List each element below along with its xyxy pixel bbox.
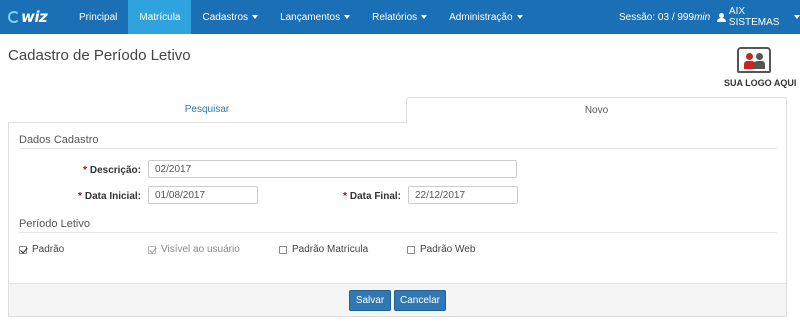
- brand-logo[interactable]: wiz: [8, 7, 48, 27]
- caret-down-icon: [421, 15, 428, 19]
- user-icon: [717, 12, 726, 22]
- checkbox-checked-icon: [148, 245, 156, 254]
- nav-item-principal[interactable]: Principal: [68, 0, 128, 34]
- required-asterisk: *: [77, 191, 82, 202]
- checkbox-checked-icon: [19, 245, 27, 254]
- data-inicial-label-text: Data Inicial:: [84, 191, 141, 202]
- descricao-input[interactable]: [148, 160, 517, 178]
- people-board-icon: [737, 47, 771, 73]
- nav-item-label: Lançamentos: [280, 11, 341, 23]
- checkbox-padrao-matricula[interactable]: Padrão Matrícula: [279, 244, 368, 255]
- nav-item-cadastros[interactable]: Cadastros: [191, 0, 269, 34]
- section-divider: [19, 232, 777, 233]
- checkbox-label: Padrão: [32, 244, 65, 255]
- section-title-periodo: Período Letivo: [19, 218, 90, 230]
- tab-bar: Pesquisar Novo: [8, 97, 787, 123]
- form-footer: Salvar Cancelar: [9, 283, 786, 316]
- nav-item-relatorios[interactable]: Relatórios: [361, 0, 438, 34]
- section-divider: [19, 148, 777, 149]
- top-navbar: wiz Principal Matrícula Cadastros Lançam…: [0, 0, 800, 34]
- nav-menu: Principal Matrícula Cadastros Lançamento…: [68, 0, 534, 34]
- logo-caption: SUA LOGO AQUI: [724, 78, 797, 88]
- brand-swoosh-icon: [8, 11, 20, 23]
- nav-item-matricula[interactable]: Matrícula: [128, 0, 192, 34]
- page-title: Cadastro de Período Letivo: [8, 47, 191, 64]
- checkbox-padrao[interactable]: Padrão: [19, 244, 64, 255]
- checkbox-visivel-usuario: Visível ao usuário: [148, 244, 240, 255]
- checkbox-unchecked-icon: [407, 245, 415, 254]
- data-inicial-input[interactable]: [148, 186, 258, 204]
- required-asterisk: *: [342, 191, 347, 202]
- nav-item-lancamentos[interactable]: Lançamentos: [269, 0, 361, 34]
- checkbox-label: Padrão Web: [420, 244, 476, 255]
- data-final-label: * Data Final:: [329, 191, 401, 202]
- caret-down-icon: [252, 15, 259, 19]
- session-label: Sessão: 03 / 999: [619, 11, 695, 23]
- descricao-label-text: Descrição:: [89, 165, 141, 176]
- caret-down-icon: [516, 15, 523, 19]
- nav-item-label: Relatórios: [372, 11, 418, 23]
- company-logo: SUA LOGO AQUI: [724, 47, 797, 93]
- user-menu[interactable]: AIX SISTEMAS: [717, 0, 800, 34]
- caret-down-icon: [794, 15, 800, 19]
- caret-down-icon: [344, 15, 351, 19]
- checkbox-label: Padrão Matrícula: [292, 244, 369, 255]
- required-asterisk: *: [82, 165, 87, 176]
- nav-item-administracao[interactable]: Administração: [438, 0, 533, 34]
- checkbox-label: Visível ao usuário: [161, 244, 240, 255]
- checkbox-padrao-web[interactable]: Padrão Web: [407, 244, 475, 255]
- nav-item-label: Cadastros: [202, 11, 249, 23]
- user-name: AIX SISTEMAS: [728, 6, 780, 28]
- descricao-label: * Descrição:: [79, 165, 141, 176]
- tab-pesquisar[interactable]: Pesquisar: [8, 97, 406, 123]
- nav-item-label: Principal: [79, 11, 118, 23]
- nav-item-label: Administração: [449, 11, 513, 23]
- salvar-button[interactable]: Salvar: [349, 290, 391, 311]
- section-title-dados: Dados Cadastro: [19, 134, 99, 146]
- session-unit: min: [694, 11, 711, 23]
- tab-novo[interactable]: Novo: [406, 97, 787, 123]
- nav-item-label: Matrícula: [139, 11, 181, 23]
- brand-text: wiz: [21, 8, 48, 26]
- data-final-label-text: Data Final:: [349, 191, 401, 202]
- session-timer: Sessão: 03 / 999 min: [619, 0, 710, 34]
- data-inicial-label: * Data Inicial:: [69, 191, 141, 202]
- data-final-input[interactable]: [408, 186, 518, 204]
- checkbox-unchecked-icon: [279, 245, 287, 254]
- cancelar-button[interactable]: Cancelar: [394, 290, 446, 311]
- form-panel: Dados Cadastro *Descrição: *Data Inicial…: [8, 123, 787, 317]
